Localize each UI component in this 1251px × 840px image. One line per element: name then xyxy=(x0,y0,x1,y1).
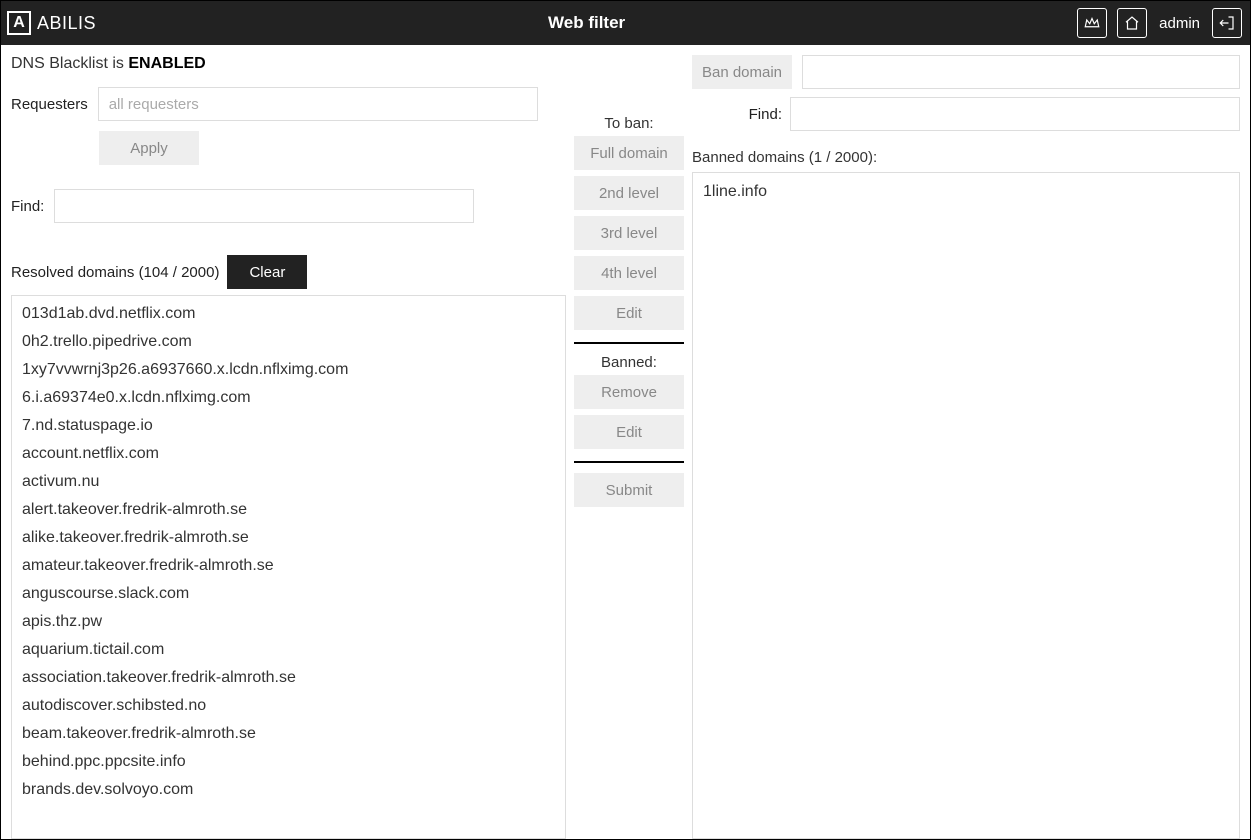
list-item[interactable]: brands.dev.solvoyo.com xyxy=(12,776,565,804)
list-item[interactable]: 013d1ab.dvd.netflix.com xyxy=(12,300,565,328)
submit-button[interactable]: Submit xyxy=(574,473,684,507)
list-item[interactable]: 6.i.a69374e0.x.lcdn.nflximg.com xyxy=(12,384,565,412)
logout-icon[interactable] xyxy=(1212,8,1242,38)
requesters-label: Requesters xyxy=(11,96,88,113)
fourth-level-button[interactable]: 4th level xyxy=(574,256,684,290)
list-item[interactable]: account.netflix.com xyxy=(12,440,565,468)
edit-toban-button[interactable]: Edit xyxy=(574,296,684,330)
list-item[interactable]: behind.ppc.ppcsite.info xyxy=(12,748,565,776)
list-item[interactable]: activum.nu xyxy=(12,468,565,496)
page-title: Web filter xyxy=(96,13,1077,33)
list-item[interactable]: alike.takeover.fredrik-almroth.se xyxy=(12,524,565,552)
list-item[interactable]: 7.nd.statuspage.io xyxy=(12,412,565,440)
topbar: A ABILIS Web filter admin xyxy=(1,1,1250,45)
full-domain-button[interactable]: Full domain xyxy=(574,136,684,170)
list-item[interactable]: 1xy7vvwrnj3p26.a6937660.x.lcdn.nflximg.c… xyxy=(12,356,565,384)
remove-button[interactable]: Remove xyxy=(574,375,684,409)
resolved-domains-list[interactable]: 013d1ab.dvd.netflix.com0h2.trello.pipedr… xyxy=(11,295,566,839)
list-item[interactable]: amateur.takeover.fredrik-almroth.se xyxy=(12,552,565,580)
find-input-right[interactable] xyxy=(790,97,1240,131)
list-item[interactable]: beam.takeover.fredrik-almroth.se xyxy=(12,720,565,748)
list-item[interactable]: apis.thz.pw xyxy=(12,608,565,636)
requesters-input[interactable] xyxy=(98,87,538,121)
resolved-domains-label: Resolved domains (104 / 2000) xyxy=(11,264,219,281)
home-icon[interactable] xyxy=(1117,8,1147,38)
third-level-button[interactable]: 3rd level xyxy=(574,216,684,250)
logo-icon: A xyxy=(7,11,31,35)
second-level-button[interactable]: 2nd level xyxy=(574,176,684,210)
list-item[interactable]: aquarium.tictail.com xyxy=(12,636,565,664)
status-value: ENABLED xyxy=(128,55,205,72)
banned-domains-label: Banned domains (1 / 2000): xyxy=(692,149,1240,166)
list-item[interactable]: 0h2.trello.pipedrive.com xyxy=(12,328,565,356)
find-input-left[interactable] xyxy=(54,189,474,223)
banned-label: Banned: xyxy=(574,354,684,371)
apply-button[interactable]: Apply xyxy=(99,131,199,165)
edit-banned-button[interactable]: Edit xyxy=(574,415,684,449)
list-item[interactable]: alert.takeover.fredrik-almroth.se xyxy=(12,496,565,524)
brand-name: ABILIS xyxy=(37,13,96,34)
to-ban-label: To ban: xyxy=(574,115,684,132)
username-label: admin xyxy=(1157,15,1202,32)
list-item[interactable]: 1line.info xyxy=(693,179,1239,205)
list-item[interactable]: anguscourse.slack.com xyxy=(12,580,565,608)
find-label-right: Find: xyxy=(742,106,782,123)
status-line: DNS Blacklist is ENABLED xyxy=(11,55,566,73)
ban-domain-button[interactable]: Ban domain xyxy=(692,55,792,89)
banned-domains-list[interactable]: 1line.info xyxy=(692,172,1240,839)
crown-icon[interactable] xyxy=(1077,8,1107,38)
ban-domain-input[interactable] xyxy=(802,55,1240,89)
list-item[interactable]: association.takeover.fredrik-almroth.se xyxy=(12,664,565,692)
clear-button[interactable]: Clear xyxy=(227,255,307,289)
list-item[interactable]: autodiscover.schibsted.no xyxy=(12,692,565,720)
status-prefix: DNS Blacklist is xyxy=(11,55,128,72)
find-label-left: Find: xyxy=(11,198,44,215)
